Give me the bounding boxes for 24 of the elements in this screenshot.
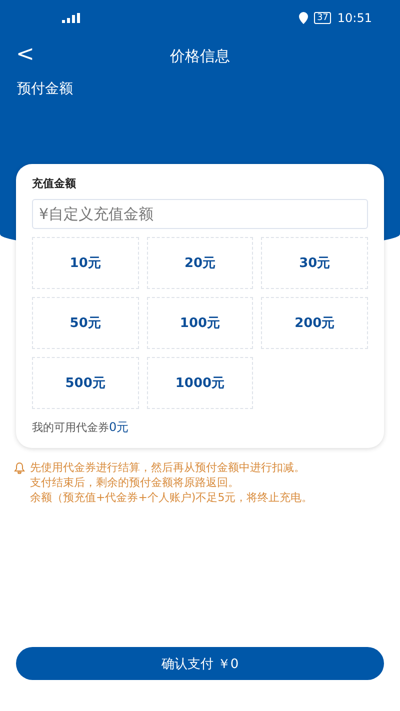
signal-icon: [60, 13, 80, 23]
amount-option[interactable]: 100元: [146, 297, 254, 349]
amount-option[interactable]: 20元: [146, 237, 254, 289]
amount-option[interactable]: 30元: [261, 237, 368, 289]
voucher-value: 0元: [109, 419, 129, 436]
amount-option[interactable]: 50元: [32, 297, 139, 349]
amount-option[interactable]: 10元: [32, 237, 139, 289]
note-text: 支付结束后，剩余的预付金额将原路返回。: [30, 475, 240, 490]
amount-input-field[interactable]: ¥自定义充值金额: [32, 199, 368, 229]
amount-option[interactable]: 1000元: [146, 357, 254, 409]
clock-time: 10:51: [337, 11, 372, 25]
location-icon: [298, 12, 308, 24]
amount-option[interactable]: 500元: [32, 357, 139, 409]
card-title: 充值金额: [32, 176, 77, 191]
section-title: 预付金额: [17, 81, 73, 97]
battery-level: 37: [314, 12, 332, 24]
note-text: 余额（预充值+代金券+个人账户)不足5元，将终止充电。: [30, 490, 313, 505]
bell-icon: [14, 462, 25, 474]
back-button[interactable]: <: [12, 42, 38, 67]
amount-option[interactable]: 200元: [261, 297, 368, 349]
voucher-label: 我的可用代金券: [32, 420, 109, 435]
confirm-payment-button[interactable]: 确认支付 ￥0: [16, 647, 384, 680]
note-text: 先使用代金券进行结算，然后再从预付金额中进行扣减。: [30, 460, 306, 475]
page-title: 价格信息: [170, 46, 230, 66]
